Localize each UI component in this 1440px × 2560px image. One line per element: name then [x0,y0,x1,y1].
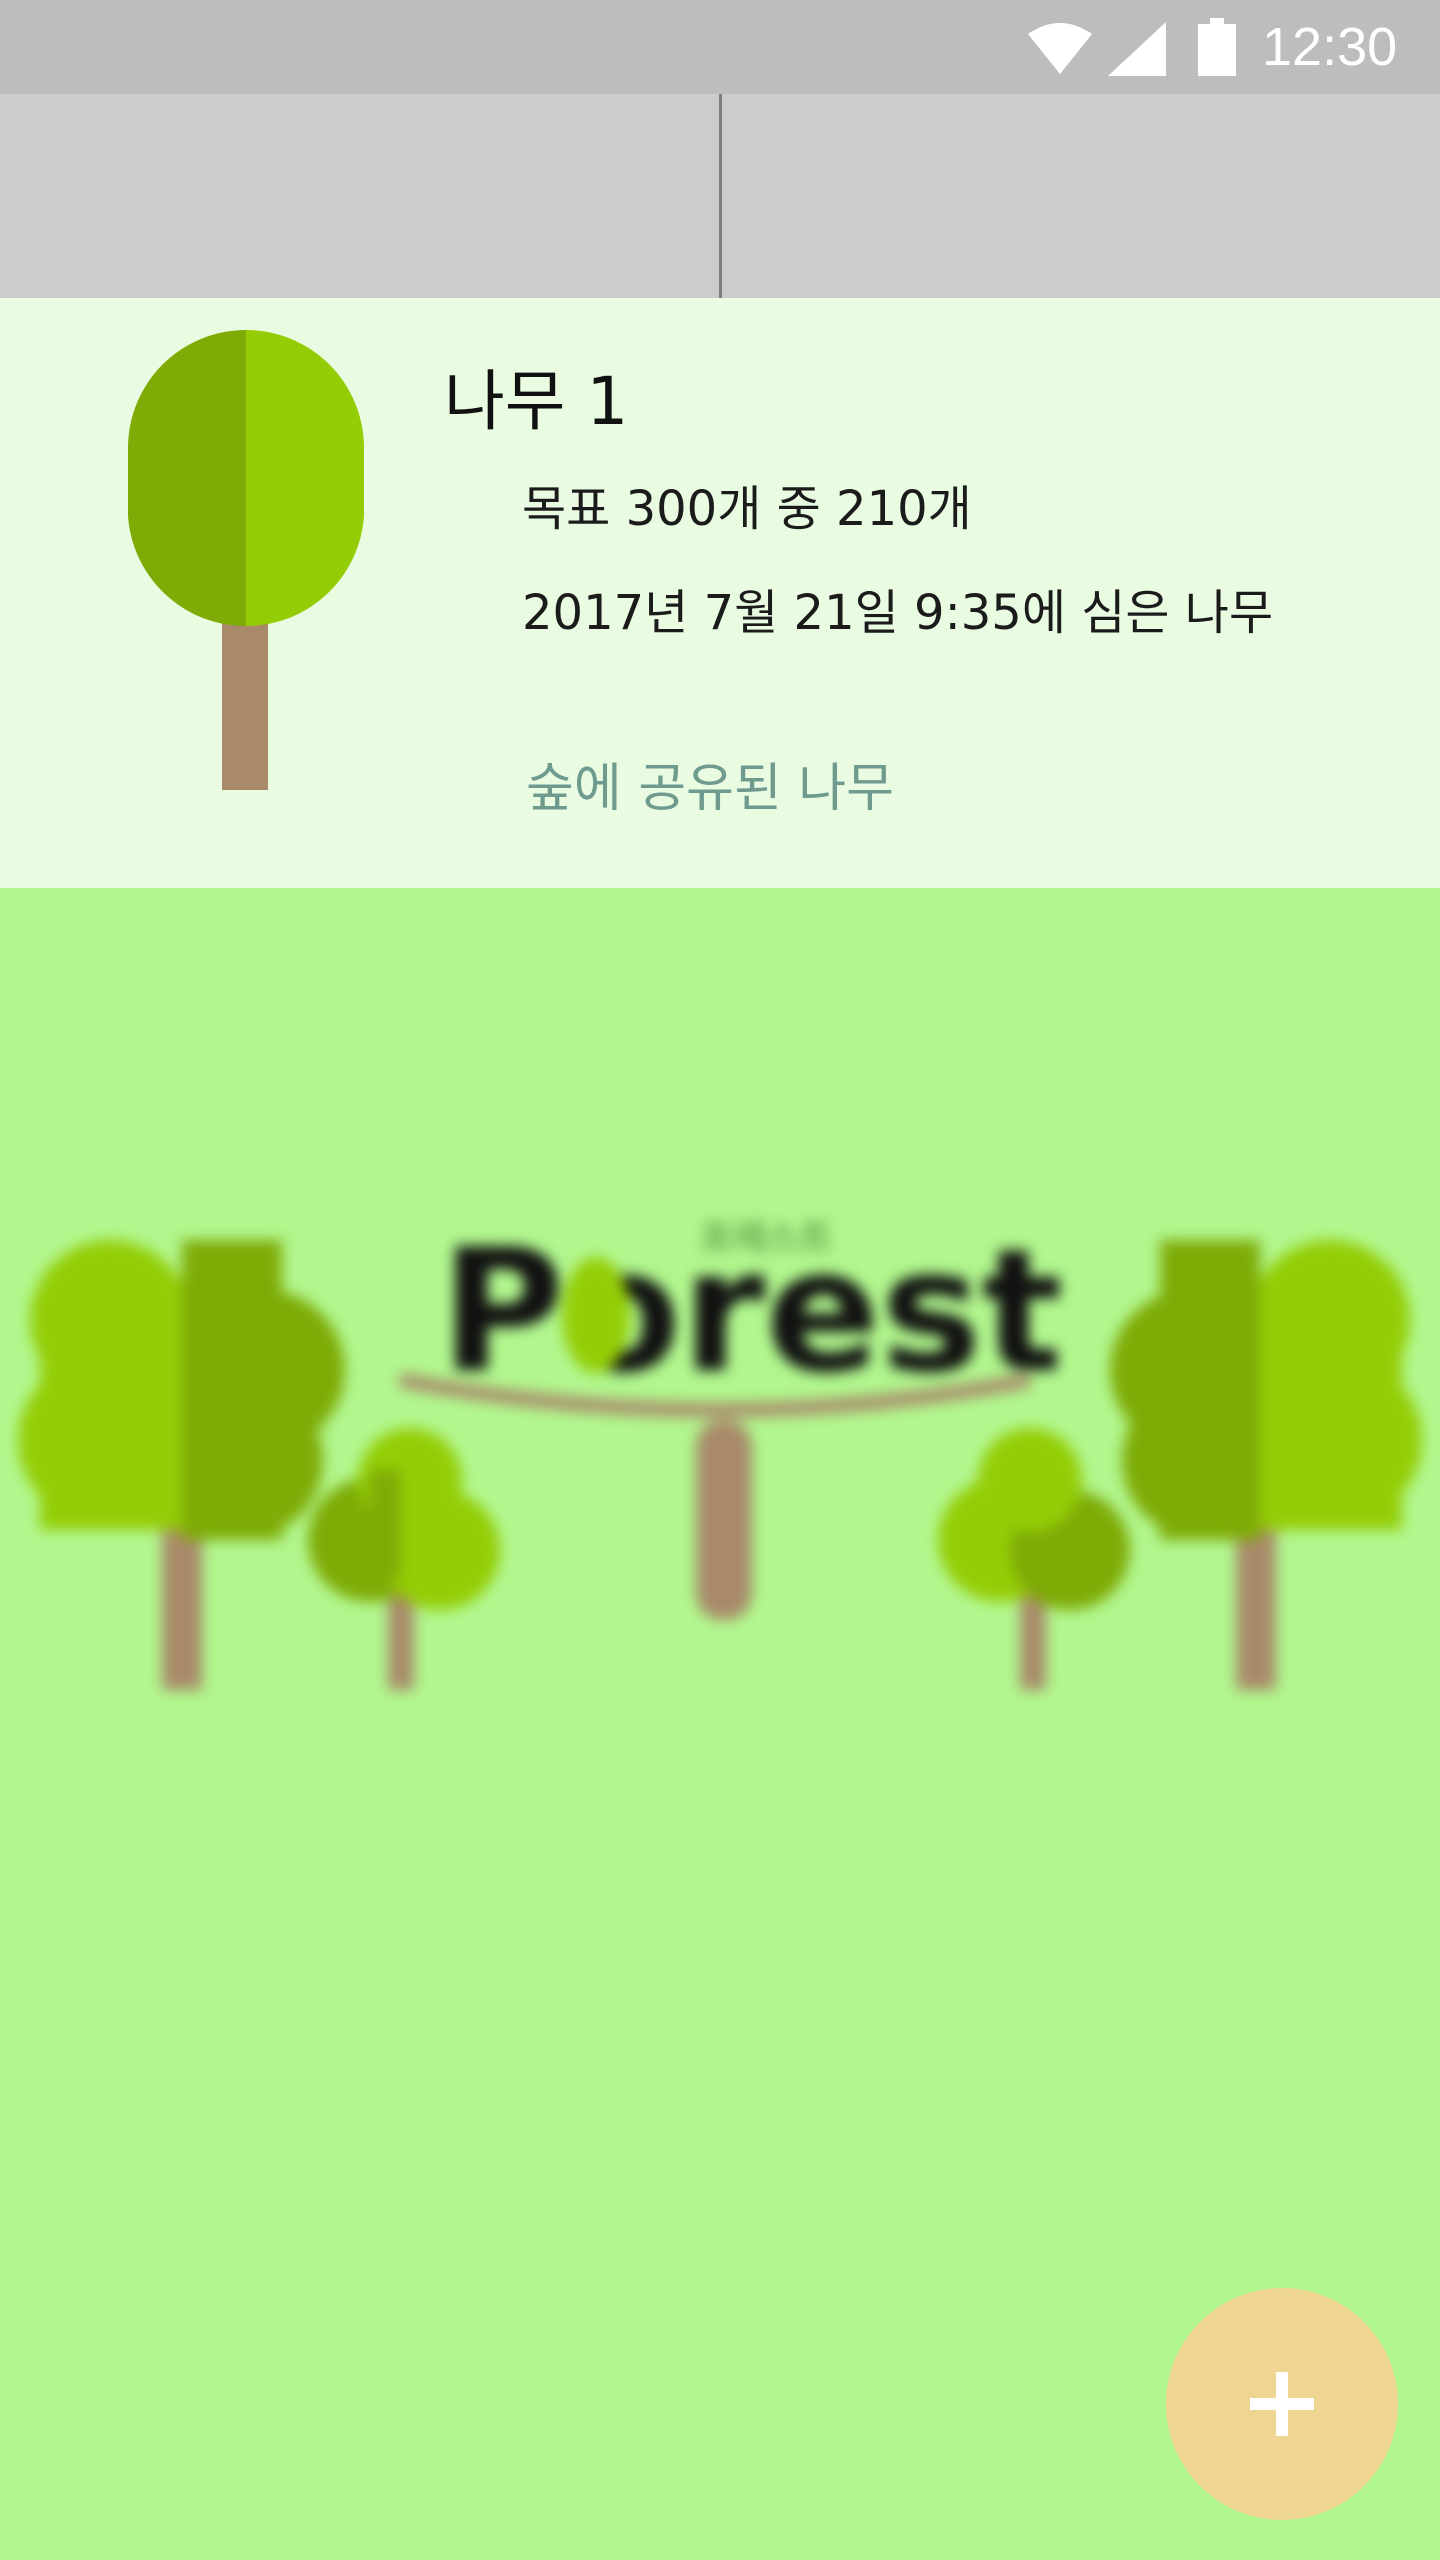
tree-title: 나무 1 [444,363,629,440]
tree-card[interactable]: 나무 1 목표 300개 중 210개 2017년 7월 21일 9:35에 심… [0,298,1440,888]
add-tree-button[interactable] [1166,2288,1398,2520]
cell-signal-icon [1108,22,1166,76]
tree-goal-text: 목표 300개 중 210개 [522,481,972,537]
shared-to-forest-label: 숲에 공유된 나무 [526,759,894,819]
forest-logo-subtitle: 포레스트 [700,1218,832,1259]
tab-bar [0,94,1440,298]
forest-background-image: Porest 포레스트 [18,1213,1422,1690]
tree-icon [128,330,364,790]
forest-illustration: Porest 포레스트 [0,1170,1440,1730]
battery-icon [1198,18,1236,76]
wifi-icon [1028,23,1092,74]
status-time: 12:30 [1262,17,1398,77]
tree-planted-text: 2017년 7월 21일 9:35에 심은 나무 [522,585,1274,641]
tab-right[interactable] [722,94,1440,298]
status-bar: 12:30 [0,0,1440,94]
plus-icon [1250,2372,1314,2436]
tab-left[interactable] [0,94,719,298]
